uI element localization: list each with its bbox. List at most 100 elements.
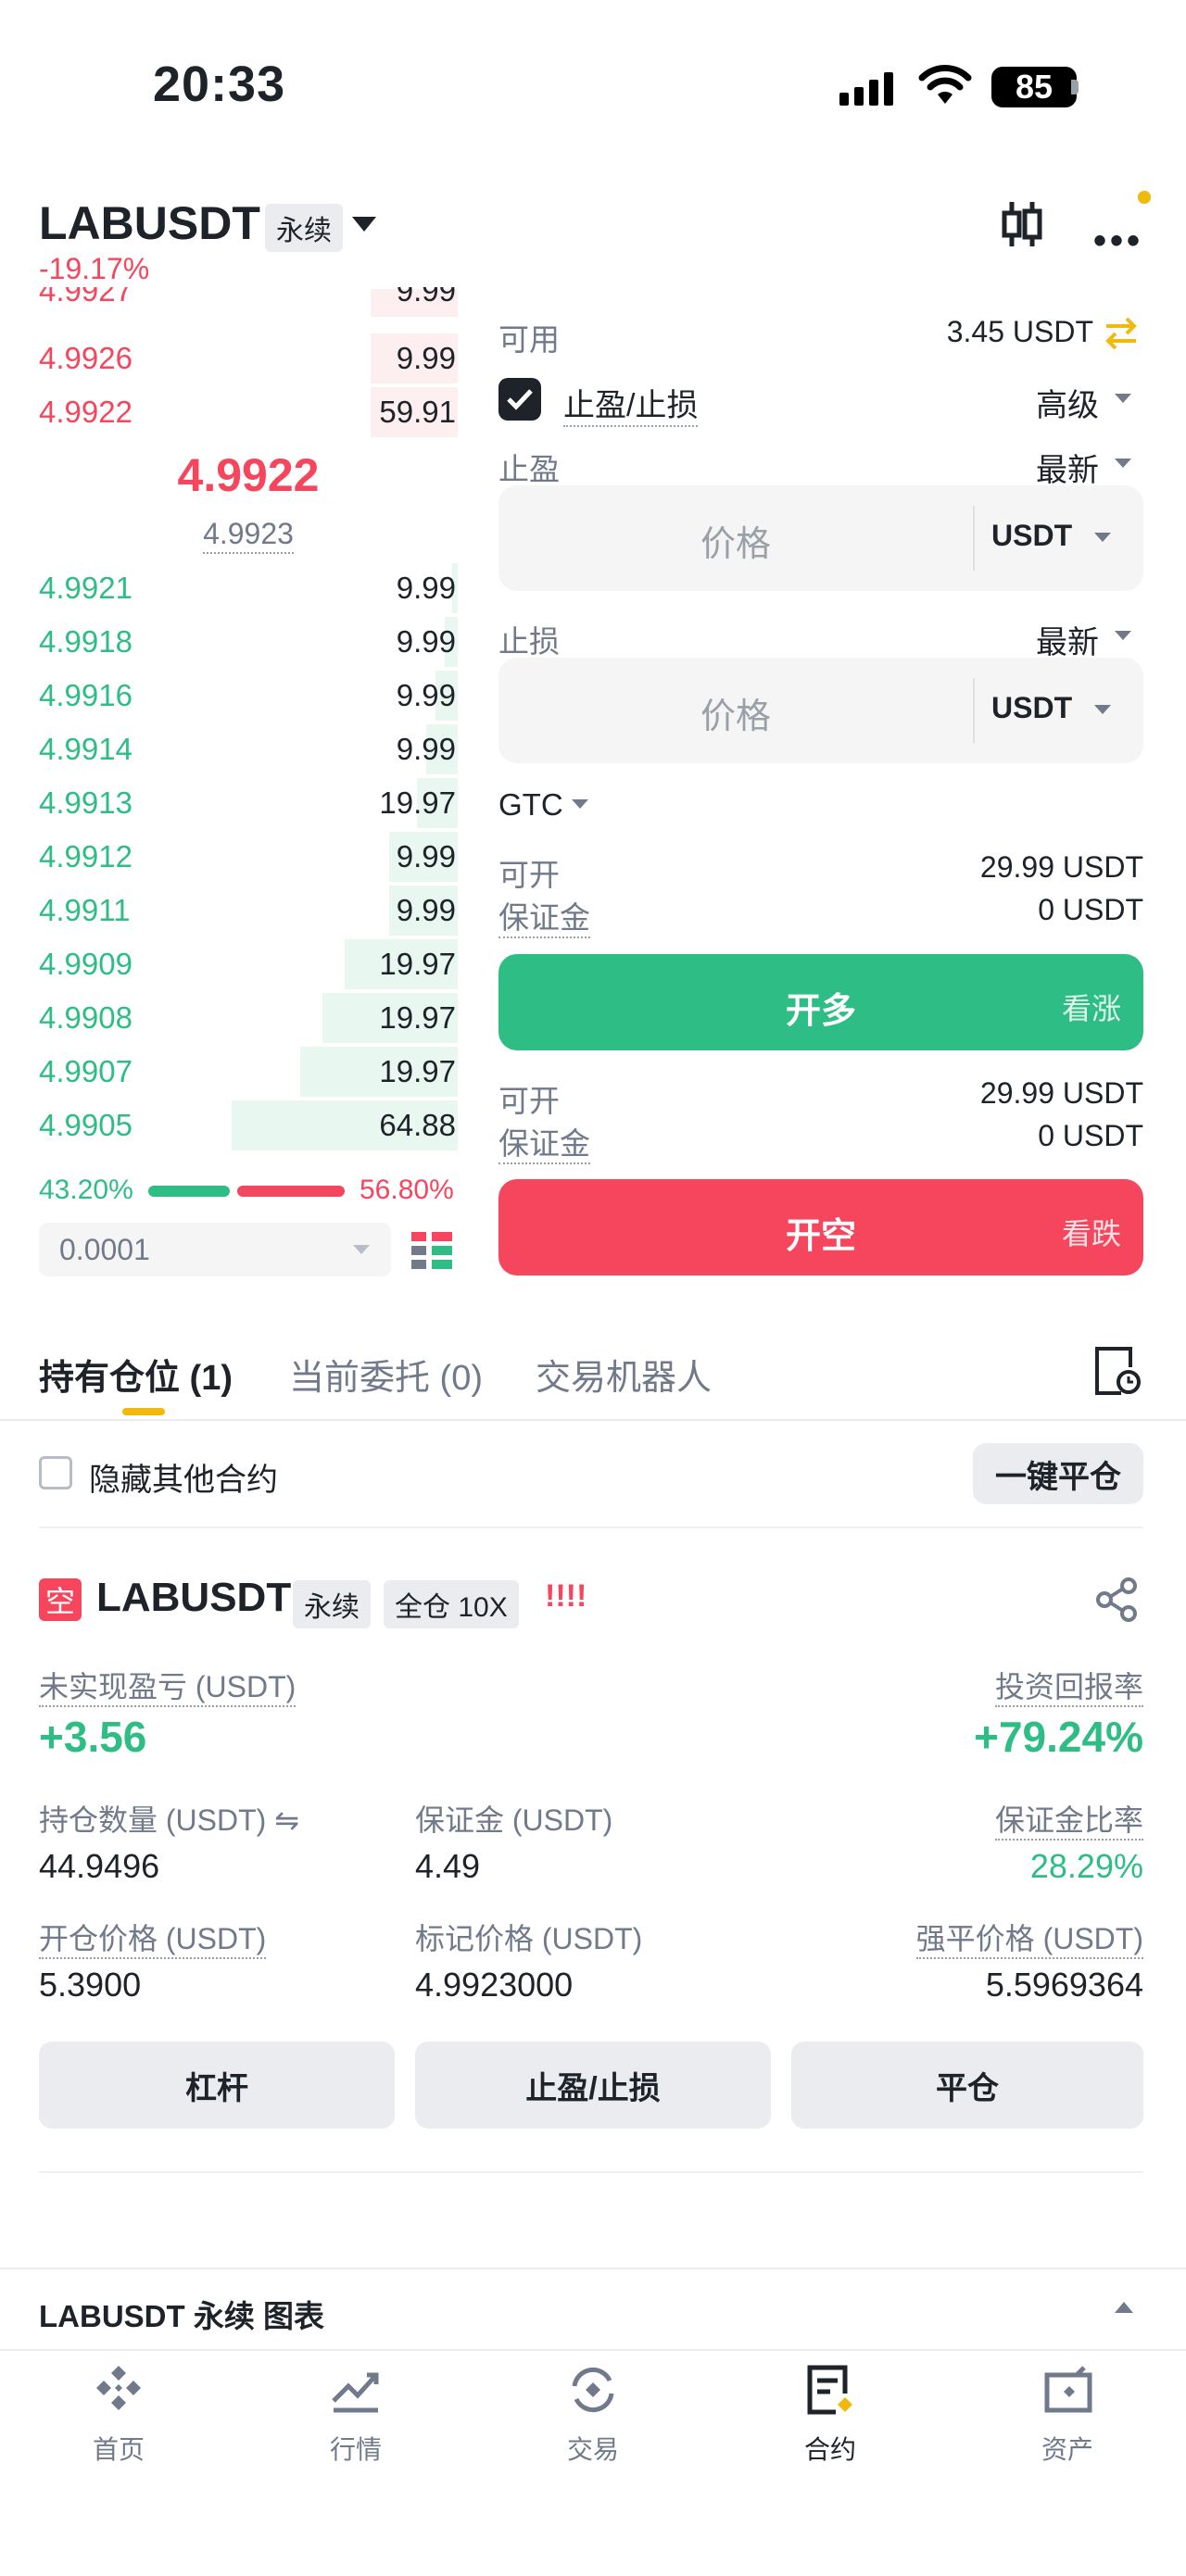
tpsl-button[interactable]: 止盈/止损 — [415, 2042, 771, 2129]
nav-futures[interactable]: 合约 — [712, 2362, 949, 2467]
bid-price: 4.9921 — [39, 571, 132, 605]
long-margin-value: 0 USDT — [1038, 893, 1143, 926]
tpsl-label[interactable]: 止盈/止损 — [563, 380, 699, 427]
roi-value: +79.24% — [974, 1713, 1143, 1761]
bid-price: 4.9914 — [39, 732, 132, 766]
tif-select[interactable]: GTC — [498, 787, 563, 823]
short-can-open-value: 29.99 USDT — [979, 1076, 1143, 1110]
bid-row[interactable]: 4.9916 9.99 — [39, 669, 458, 723]
bid-row[interactable]: 4.9911 9.99 — [39, 884, 458, 937]
nav-label: 资产 — [1041, 2435, 1093, 2464]
ratio-bar-buy — [148, 1186, 231, 1197]
advanced-dropdown[interactable]: 高级 — [1036, 380, 1099, 425]
orderbook-layout-icon[interactable] — [411, 1230, 452, 1271]
bid-row[interactable]: 4.9905 64.88 — [39, 1099, 458, 1152]
open-long-button[interactable]: 开多 看涨 — [498, 954, 1143, 1050]
chevron-up-icon[interactable] — [1114, 2301, 1134, 2314]
chart-bar-label[interactable]: LABUSDT 永续 图表 — [39, 2292, 324, 2336]
tab-positions[interactable]: 持有仓位 (1) — [39, 1349, 233, 1400]
symbol-dropdown-icon[interactable] — [350, 215, 378, 233]
ask-row[interactable]: 4.9927 9.99 — [39, 287, 458, 319]
nav-label: 交易 — [566, 2435, 619, 2464]
bid-row[interactable]: 4.9907 19.97 — [39, 1045, 458, 1099]
sl-unit-select[interactable]: USDT — [991, 691, 1072, 725]
signal-icon — [839, 69, 901, 106]
chevron-down-icon — [1115, 459, 1131, 468]
symbol-title[interactable]: LABUSDT — [39, 196, 260, 250]
nav-assets[interactable]: 资产 — [949, 2362, 1186, 2467]
hide-other-checkbox[interactable] — [39, 1456, 72, 1489]
tpsl-checkbox[interactable] — [498, 378, 541, 421]
divider — [0, 2349, 1186, 2351]
tab-open-orders[interactable]: 当前委托 (0) — [289, 1349, 483, 1400]
risk-warning-icon: !!!! — [545, 1578, 587, 1614]
margin-mode-badge[interactable]: 全仓 10X — [384, 1580, 519, 1628]
liq-price-label-text: 强平价格 (USDT) — [915, 1922, 1143, 1959]
bid-row[interactable]: 4.9914 9.99 — [39, 723, 458, 776]
futures-icon — [807, 2365, 852, 2415]
bid-row[interactable]: 4.9913 19.97 — [39, 776, 458, 830]
chevron-down-icon — [1115, 394, 1131, 403]
bid-qty: 64.88 — [379, 1108, 456, 1142]
margin-ratio-label-text: 保证金比率 — [994, 1803, 1143, 1841]
more-icon[interactable]: ••• — [1093, 220, 1143, 262]
open-short-button[interactable]: 开空 看跌 — [498, 1179, 1143, 1275]
bid-qty: 19.97 — [379, 785, 456, 820]
short-can-open-label: 可开 — [498, 1084, 560, 1118]
bid-row[interactable]: 4.9909 19.97 — [39, 937, 458, 991]
ratio-bar — [148, 1186, 345, 1197]
divider — [973, 678, 975, 743]
nav-trade[interactable]: 交易 — [474, 2362, 712, 2467]
entry-price-label: 开仓价格 (USDT) — [39, 1916, 267, 1959]
tp-price-input[interactable]: 价格 USDT — [498, 485, 1143, 591]
liq-price-label: 强平价格 (USDT) — [915, 1916, 1143, 1959]
home-icon — [96, 2366, 141, 2410]
leverage-button[interactable]: 杠杆 — [39, 2042, 395, 2129]
bid-row[interactable]: 4.9912 9.99 — [39, 830, 458, 884]
nav-home[interactable]: 首页 — [0, 2362, 237, 2467]
available-value: 3.45 USDT — [946, 315, 1093, 348]
transfer-icon[interactable] — [1103, 315, 1140, 352]
share-icon[interactable] — [1093, 1577, 1140, 1623]
position-size-label[interactable]: 持仓数量 (USDT) ⇋ — [39, 1797, 299, 1840]
candlestick-icon[interactable] — [999, 198, 1045, 250]
bid-qty: 9.99 — [396, 624, 456, 659]
tp-unit-select[interactable]: USDT — [991, 519, 1072, 553]
ask-qty: 9.99 — [396, 287, 456, 308]
open-long-label: 开多 — [785, 992, 856, 1031]
margin-ratio-value: 28.29% — [1029, 1847, 1143, 1885]
nav-markets[interactable]: 行情 — [237, 2362, 474, 2467]
long-can-open-label: 可开 — [498, 858, 560, 892]
entry-price-label-text: 开仓价格 (USDT) — [39, 1922, 267, 1959]
bid-row[interactable]: 4.9908 19.97 — [39, 991, 458, 1045]
divider — [973, 506, 975, 571]
nav-label: 合约 — [803, 2435, 856, 2464]
short-margin-value: 0 USDT — [1038, 1119, 1143, 1152]
tick-size-select[interactable]: 0.0001 — [39, 1223, 391, 1276]
position-margin-label: 保证金 (USDT) — [415, 1803, 613, 1837]
contract-type-badge: 永续 — [265, 204, 343, 252]
swap-icon[interactable]: ⇋ — [274, 1803, 299, 1837]
bid-qty: 19.97 — [379, 947, 456, 981]
position-symbol[interactable]: LABUSDT — [96, 1575, 291, 1621]
ask-row[interactable]: 4.9926 9.99 — [39, 332, 458, 385]
trade-icon — [572, 2367, 614, 2413]
tab-bots[interactable]: 交易机器人 — [536, 1349, 712, 1400]
sl-trigger-type[interactable]: 最新 — [1036, 617, 1099, 662]
tp-trigger-type[interactable]: 最新 — [1036, 445, 1099, 490]
position-size-value: 44.9496 — [39, 1847, 160, 1885]
bid-row[interactable]: 4.9918 9.99 — [39, 615, 458, 669]
sl-price-input[interactable]: 价格 USDT — [498, 658, 1143, 763]
bid-qty: 9.99 — [396, 839, 456, 873]
order-history-icon[interactable] — [1093, 1345, 1142, 1397]
long-margin-label-text: 保证金 — [498, 900, 590, 938]
bid-row[interactable]: 4.9921 9.99 — [39, 561, 458, 615]
close-position-button[interactable]: 平仓 — [791, 2042, 1143, 2129]
wifi-icon — [918, 65, 972, 104]
ask-row[interactable]: 4.9922 59.91 — [39, 385, 458, 439]
close-all-button[interactable]: 一键平仓 — [973, 1443, 1143, 1504]
hide-other-label: 隐藏其他合约 — [89, 1463, 278, 1498]
liq-price-value: 5.5969364 — [985, 1966, 1143, 2004]
ask-price: 4.9922 — [39, 395, 132, 429]
chevron-down-icon — [1115, 631, 1131, 640]
